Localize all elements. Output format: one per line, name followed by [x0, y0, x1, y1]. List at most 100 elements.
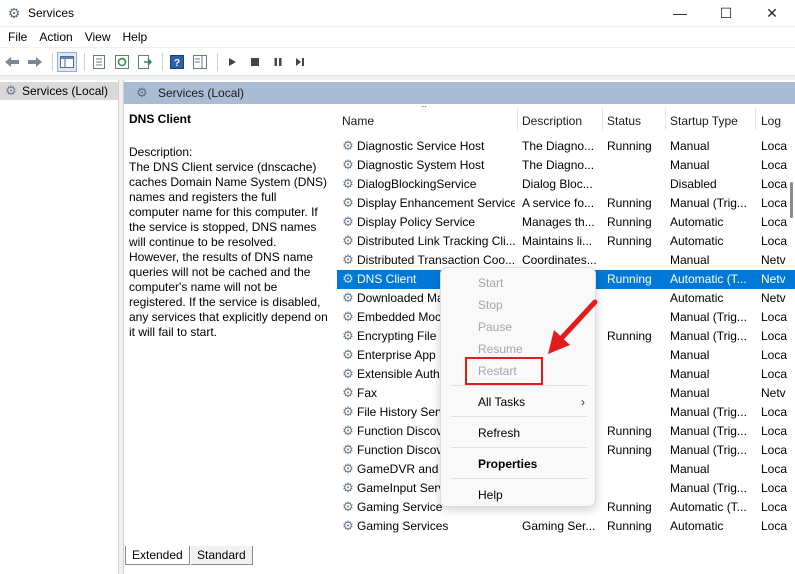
column-divider[interactable] — [755, 108, 756, 130]
menu-separator — [451, 416, 587, 417]
column-header-description[interactable]: Description — [522, 114, 582, 128]
cell-startup-type: Automatic — [670, 291, 724, 305]
cell-description: Maintains li... — [522, 234, 593, 248]
stop-icon[interactable] — [245, 52, 265, 72]
description-text: The DNS Client service (dnscache) caches… — [129, 160, 328, 339]
table-row[interactable]: ⚙ Display Policy Service Manages th... Runn… — [337, 213, 795, 232]
menu-file[interactable]: File — [2, 30, 33, 44]
table-row[interactable]: ⚙ Diagnostic System Host The Diagno... Manu… — [337, 156, 795, 175]
column-header-name[interactable]: Name — [342, 114, 374, 128]
cell-startup-type: Automatic (T... — [670, 500, 747, 514]
console-tree-icon[interactable] — [57, 51, 77, 72]
tab-extended[interactable]: Extended — [125, 546, 190, 565]
cell-description: Gaming Ser... — [522, 519, 596, 533]
cell-name: Diagnostic System Host — [357, 158, 485, 172]
cell-status: Running — [607, 272, 652, 286]
service-gear-icon: ⚙ — [342, 309, 354, 324]
column-header-startup-type[interactable]: Startup Type — [670, 114, 738, 128]
tab-standard[interactable]: Standard — [191, 546, 253, 565]
cell-log-on-as: Loca — [761, 139, 788, 153]
service-gear-icon: ⚙ — [342, 233, 354, 248]
column-divider[interactable] — [665, 108, 666, 130]
service-gear-icon: ⚙ — [342, 480, 354, 495]
restart-icon[interactable] — [291, 52, 311, 72]
cell-startup-type: Disabled — [670, 177, 717, 191]
table-row[interactable]: ⚙ DialogBlockingService Dialog Bloc... Disa… — [337, 175, 795, 194]
menu-item-properties[interactable]: Properties — [441, 453, 597, 475]
help-icon[interactable]: ? — [167, 52, 187, 72]
cell-startup-type: Manual — [670, 348, 710, 362]
column-divider[interactable] — [602, 108, 603, 130]
cell-startup-type: Manual — [670, 462, 710, 476]
cell-startup-type: Manual — [670, 253, 710, 267]
service-gear-icon: ⚙ — [342, 347, 354, 362]
cell-status: Running — [607, 329, 652, 343]
cell-log-on-as: Loca — [761, 234, 788, 248]
cell-name: Display Enhancement Service — [357, 196, 515, 210]
properties-sheet-icon[interactable] — [89, 52, 109, 72]
play-icon[interactable] — [222, 52, 242, 72]
minimize-button[interactable]: — — [657, 0, 703, 26]
table-row[interactable]: ⚙ Diagnostic Service Host The Diagno... Run… — [337, 137, 795, 156]
table-row[interactable]: ⚙ Distributed Link Tracking Cli... Maintai… — [337, 232, 795, 251]
close-button[interactable]: ✕ — [749, 0, 795, 26]
vertical-scrollbar-thumb[interactable] — [790, 182, 793, 218]
menu-item-all-tasks[interactable]: All Tasks › — [441, 391, 597, 413]
cell-description: Manages th... — [522, 215, 595, 229]
cell-startup-type: Manual — [670, 367, 710, 381]
tree-item-services-local[interactable]: ⚙ Services (Local) — [0, 82, 118, 100]
table-row[interactable]: ⚙ Gaming Services Gaming Ser... Running Auto… — [337, 517, 795, 536]
show-hide-action-pane-icon[interactable] — [190, 52, 210, 72]
column-header-status[interactable]: Status — [607, 114, 641, 128]
submenu-chevron-icon: › — [581, 395, 585, 409]
cell-log-on-as: Loca — [761, 424, 788, 438]
column-header-log-on-as[interactable]: Log — [761, 114, 781, 128]
cell-description: Dialog Bloc... — [522, 177, 593, 191]
menu-item-refresh[interactable]: Refresh — [441, 422, 597, 444]
cell-status: Running — [607, 443, 652, 457]
window-controls: — ☐ ✕ — [657, 0, 795, 26]
cell-log-on-as: Netv — [761, 272, 786, 286]
column-divider[interactable] — [517, 108, 518, 130]
cell-startup-type: Manual (Trig... — [670, 424, 747, 438]
menu-separator — [451, 478, 587, 479]
cell-description: A service fo... — [522, 196, 595, 210]
service-gear-icon: ⚙ — [342, 214, 354, 229]
service-gear-icon: ⚙ — [342, 138, 354, 153]
services-gear-icon: ⚙ — [7, 4, 21, 21]
menu-help[interactable]: Help — [117, 30, 154, 44]
pane-header-title: Services (Local) — [158, 86, 245, 100]
cell-log-on-as: Loca — [761, 329, 788, 343]
cell-status: Running — [607, 519, 652, 533]
window-title: Services — [28, 6, 75, 20]
toolbar: ? — [0, 48, 795, 76]
cell-description: The Diagno... — [522, 139, 595, 153]
table-row[interactable]: ⚙ Display Enhancement Service A service fo… — [337, 194, 795, 213]
refresh-icon[interactable] — [112, 52, 132, 72]
service-gear-icon: ⚙ — [342, 366, 354, 381]
tree-item-label: Services (Local) — [22, 84, 109, 98]
cell-name: Distributed Transaction Coo... — [357, 253, 515, 267]
service-gear-icon: ⚙ — [342, 423, 354, 438]
pause-icon[interactable] — [268, 52, 288, 72]
column-headers: ⌃ Name Description Status Startup Type L… — [337, 106, 795, 132]
sort-ascending-icon: ⌃ — [420, 106, 429, 115]
back-arrow-icon[interactable] — [2, 52, 22, 72]
menu-item-help[interactable]: Help — [441, 484, 597, 506]
menu-view[interactable]: View — [79, 30, 117, 44]
pane-header: ⚙ Services (Local) — [124, 82, 795, 104]
description-label: Description: — [129, 145, 193, 159]
annotation-arrow-icon — [548, 299, 598, 354]
service-gear-icon: ⚙ — [342, 271, 354, 286]
menu-separator — [451, 447, 587, 448]
cell-log-on-as: Loca — [761, 158, 788, 172]
export-list-icon[interactable] — [135, 52, 155, 72]
maximize-button[interactable]: ☐ — [703, 0, 749, 26]
forward-arrow-icon[interactable] — [25, 52, 45, 72]
cell-status: Running — [607, 424, 652, 438]
menu-action[interactable]: Action — [33, 30, 78, 44]
cell-startup-type: Manual (Trig... — [670, 481, 747, 495]
menu-item-start[interactable]: Start — [441, 272, 597, 294]
cell-log-on-as: Loca — [761, 500, 788, 514]
cell-description: Coordinates... — [522, 253, 597, 267]
